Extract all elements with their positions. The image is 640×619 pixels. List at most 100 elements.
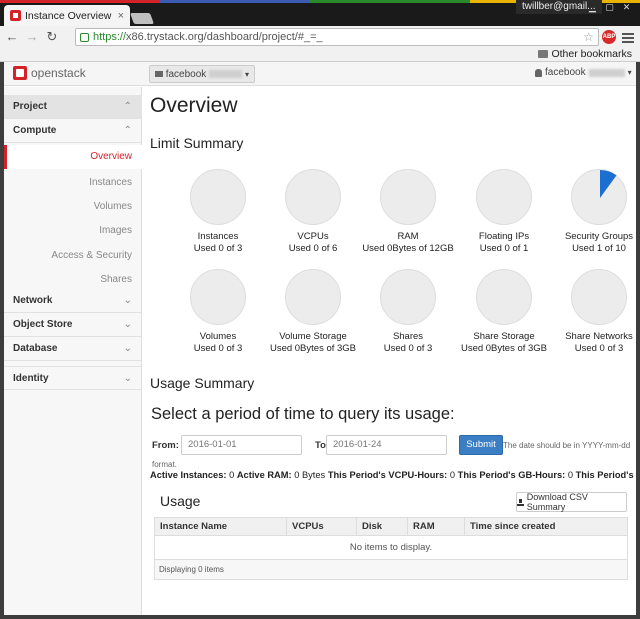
other-bookmarks[interactable]: Other bookmarks bbox=[538, 48, 632, 60]
sidebar-item-images[interactable]: Images bbox=[4, 219, 142, 243]
user-icon bbox=[535, 68, 542, 77]
from-label: From: bbox=[152, 440, 179, 451]
table-footer: Displaying 0 items bbox=[154, 559, 628, 580]
forward-arrow-icon[interactable]: → bbox=[24, 29, 40, 45]
table-footer-row: Displaying 0 items bbox=[154, 559, 628, 580]
tab-title: Instance Overview - bbox=[25, 9, 114, 22]
limit-label: RAM bbox=[397, 231, 419, 242]
download-csv-label: Download CSV Summary bbox=[526, 492, 588, 512]
redacted-text bbox=[209, 70, 242, 78]
submit-button[interactable]: Submit bbox=[459, 435, 503, 455]
sidebar: Project ⌃ Compute ⌃ Overview Instances V… bbox=[4, 87, 142, 615]
lock-icon bbox=[80, 32, 89, 42]
sidebar-panel-object-store[interactable]: Object Store ⌄ bbox=[4, 313, 142, 337]
openstack-logo[interactable]: openstack bbox=[13, 66, 86, 80]
maximize-icon[interactable]: ▢ bbox=[602, 1, 617, 13]
address-bar[interactable]: https:// x86.trystack.org/dashboard/proj… bbox=[75, 28, 599, 46]
limit-used: Used 0 of 1 bbox=[479, 243, 529, 254]
column-header[interactable]: VCPUs bbox=[286, 517, 357, 536]
chevron-up-icon: ⌃ bbox=[123, 101, 132, 112]
limit-label: VCPUs bbox=[297, 231, 329, 242]
download-csv-button[interactable]: Download CSV Summary bbox=[516, 492, 627, 512]
project-selector[interactable]: facebook ▾ bbox=[149, 65, 255, 83]
caret-down-icon: ▾ bbox=[627, 68, 632, 77]
folder-icon bbox=[538, 50, 549, 58]
limit-used: Used 0 of 3 bbox=[193, 243, 243, 254]
download-icon bbox=[517, 498, 524, 506]
sidebar-item-instances[interactable]: Instances bbox=[4, 171, 142, 195]
minimize-icon[interactable]: ▁ bbox=[585, 1, 600, 13]
limit-label: Instances bbox=[197, 231, 239, 242]
dashboard-page: openstack facebook ▾ facebook ▾ Project … bbox=[4, 62, 636, 615]
close-window-icon[interactable]: ✕ bbox=[619, 1, 634, 13]
date-format-help-cont: format. bbox=[152, 460, 177, 469]
bookmark-star-icon[interactable]: ☆ bbox=[583, 30, 594, 44]
usage-table: Instance Name VCPUs Disk RAM Time since … bbox=[154, 517, 628, 580]
usage-heading: Usage bbox=[160, 493, 201, 509]
sidebar-panel-database[interactable]: Database ⌄ bbox=[4, 337, 142, 361]
limit-pie-chart bbox=[285, 269, 341, 325]
bookmarks-bar: Other bookmarks bbox=[0, 48, 640, 62]
limit-pie-slice bbox=[600, 170, 617, 198]
sidebar-item-overview[interactable]: Overview bbox=[4, 145, 142, 169]
column-header[interactable]: RAM bbox=[407, 517, 465, 536]
window-controls: ▁ ▢ ✕ bbox=[585, 1, 634, 13]
sidebar-item-access-security[interactable]: Access & Security bbox=[4, 244, 142, 268]
project-selector-label: facebook bbox=[165, 68, 207, 80]
limit-pie-chart bbox=[476, 169, 532, 225]
limit-label: Share Storage bbox=[473, 331, 535, 342]
new-tab-button[interactable] bbox=[129, 13, 155, 24]
browser-menu-icon[interactable] bbox=[622, 31, 634, 43]
sidebar-dashboard-identity[interactable]: Identity ⌄ bbox=[4, 366, 142, 390]
limit-label: Volume Storage bbox=[279, 331, 347, 342]
sidebar-panel-label: Database bbox=[13, 343, 58, 354]
sidebar-dashboard-label: Project bbox=[13, 101, 47, 112]
column-header[interactable]: Time since created bbox=[464, 517, 628, 536]
url-scheme: https:// bbox=[93, 31, 127, 43]
column-header[interactable]: Disk bbox=[356, 517, 408, 536]
color-stripe bbox=[310, 0, 470, 3]
adblock-icon[interactable]: ABP bbox=[602, 30, 616, 44]
limit-pie-chart bbox=[571, 169, 627, 225]
openstack-favicon-icon bbox=[10, 10, 21, 21]
empty-message: No items to display. bbox=[154, 535, 628, 560]
from-date-input[interactable]: 2016-01-01 bbox=[181, 435, 302, 455]
totals-label: Active RAM: bbox=[236, 470, 292, 480]
table-header-row: Instance Name VCPUs Disk RAM Time since … bbox=[154, 517, 628, 536]
limit-label: Security Groups bbox=[564, 231, 634, 242]
user-menu-label: facebook bbox=[545, 67, 586, 78]
limit-pie-chart bbox=[571, 269, 627, 325]
to-date-input[interactable]: 2016-01-24 bbox=[326, 435, 447, 455]
column-header[interactable]: Instance Name bbox=[154, 517, 287, 536]
limit-pie-chart bbox=[285, 169, 341, 225]
sidebar-dashboard-label: Identity bbox=[13, 372, 49, 384]
top-header: openstack facebook ▾ facebook ▾ bbox=[4, 62, 636, 86]
limit-used: Used 0Bytes of 3GB bbox=[460, 343, 548, 354]
totals-value: 0 bbox=[229, 470, 235, 480]
reload-icon[interactable]: ↻ bbox=[44, 29, 60, 45]
sidebar-panel-label: Object Store bbox=[13, 319, 73, 330]
user-menu[interactable]: facebook ▾ bbox=[535, 67, 632, 78]
color-stripe bbox=[0, 0, 160, 3]
back-arrow-icon[interactable]: ← bbox=[4, 29, 20, 45]
limit-used: Used 0Bytes of 3GB bbox=[269, 343, 357, 354]
limit-used: Used 0 of 3 bbox=[574, 343, 624, 354]
sidebar-panel-compute[interactable]: Compute ⌃ bbox=[4, 119, 142, 143]
sidebar-dashboard-project[interactable]: Project ⌃ bbox=[4, 95, 142, 119]
limit-pie-svg bbox=[600, 170, 617, 198]
tab-close-icon[interactable]: × bbox=[118, 10, 124, 22]
browser-titlebar: Instance Overview - × twillber@gmail... … bbox=[0, 0, 640, 26]
sidebar-item-volumes[interactable]: Volumes bbox=[4, 195, 142, 219]
sidebar-panel-network[interactable]: Network ⌄ bbox=[4, 289, 142, 313]
usage-summary-heading: Usage Summary bbox=[150, 375, 255, 391]
totals-label: This Period's GB-Hours: bbox=[457, 470, 566, 480]
browser-tab[interactable]: Instance Overview - × bbox=[4, 5, 130, 26]
limit-label: Share Networks bbox=[565, 331, 633, 342]
limit-used: Used 1 of 10 bbox=[572, 243, 626, 254]
redacted-text bbox=[588, 68, 625, 77]
table-row: No items to display. bbox=[154, 535, 628, 560]
limit-pie-chart bbox=[190, 169, 246, 225]
limit-used: Used 0 of 3 bbox=[193, 343, 243, 354]
totals-value: 0 bbox=[449, 470, 456, 480]
openstack-logo-icon bbox=[13, 66, 27, 80]
